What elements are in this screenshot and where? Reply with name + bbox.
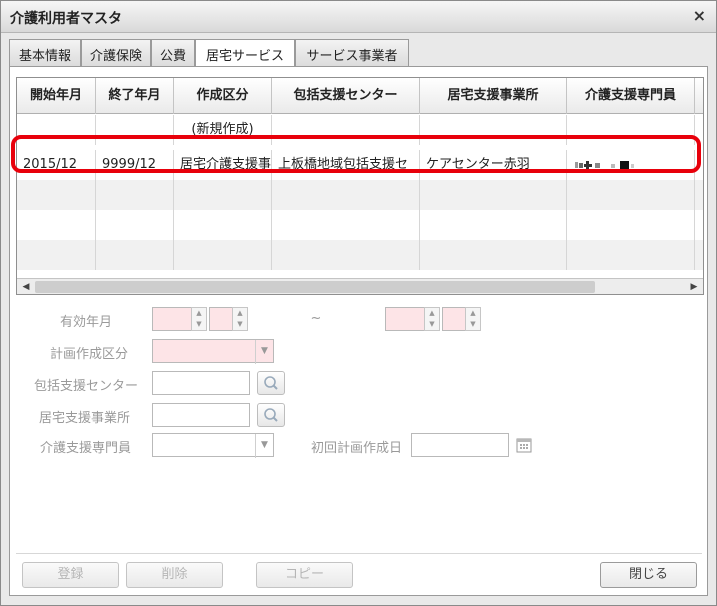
end-month-field[interactable] — [442, 307, 466, 331]
table-cell — [420, 210, 567, 240]
start-year-spinner[interactable]: ▲ ▼ — [191, 307, 207, 331]
divider — [16, 553, 702, 554]
search-icon — [264, 408, 278, 422]
tab-care-insurance[interactable]: 介護保険 — [81, 39, 151, 66]
table-cell — [567, 240, 695, 270]
table-cell — [17, 240, 96, 270]
tab-public-expense[interactable]: 公費 — [151, 39, 195, 66]
col-center[interactable]: 包括支援センター — [272, 78, 420, 114]
table-row-empty — [17, 210, 703, 240]
valid-period-label: 有効年月 — [59, 315, 112, 330]
office-label: 居宅支援事業所 — [38, 411, 130, 426]
calendar-icon[interactable] — [515, 436, 533, 454]
tab-panel: 開始年月 終了年月 作成区分 包括支援センター 居宅支援事業所 介護支援専門員 … — [9, 66, 708, 596]
scroll-left-icon[interactable]: ◀ — [18, 280, 34, 294]
table-cell — [174, 240, 272, 270]
cell-kind: 居宅介護支援事 — [174, 150, 272, 180]
grid-header: 開始年月 終了年月 作成区分 包括支援センター 居宅支援事業所 介護支援専門員 — [17, 78, 703, 114]
table-cell — [272, 210, 420, 240]
new-row-label: (新規作成) — [174, 115, 272, 145]
table-cell — [96, 180, 174, 210]
manager-select[interactable]: ▼ — [152, 433, 274, 458]
col-end[interactable]: 終了年月 — [96, 78, 174, 114]
table-row-new[interactable]: (新規作成) — [17, 115, 703, 145]
table-cell — [17, 180, 96, 210]
table-cell — [96, 210, 174, 240]
plan-kind-label: 計画作成区分 — [49, 347, 128, 362]
range-separator: ~ — [310, 311, 322, 326]
end-month-spinner[interactable]: ▲ ▼ — [465, 307, 481, 331]
table-cell — [272, 115, 420, 145]
manager-label: 介護支援専門員 — [39, 441, 131, 456]
start-month-spinner[interactable]: ▲ ▼ — [232, 307, 248, 331]
tab-home-service[interactable]: 居宅サービス — [195, 39, 295, 67]
col-manager[interactable]: 介護支援専門員 — [567, 78, 695, 114]
scroll-right-icon[interactable]: ▶ — [686, 280, 702, 294]
copy-button[interactable]: コピー — [256, 562, 353, 588]
col-office[interactable]: 居宅支援事業所 — [420, 78, 567, 114]
tab-basic-info[interactable]: 基本情報 — [9, 39, 81, 66]
table-cell — [174, 210, 272, 240]
window-title: 介護利用者マスタ — [10, 11, 122, 27]
first-plan-date-field[interactable] — [411, 433, 509, 457]
table-cell — [272, 180, 420, 210]
cell-center: 上板橋地域包括支援セ — [272, 150, 420, 180]
table-cell — [567, 115, 695, 145]
first-plan-date-label: 初回計画作成日 — [310, 441, 402, 456]
center-label: 包括支援センター — [33, 379, 138, 394]
delete-button[interactable]: 削除 — [126, 562, 223, 588]
title-bar: 介護利用者マスタ × — [1, 1, 716, 33]
office-search-button[interactable] — [257, 403, 285, 427]
table-row-empty — [17, 180, 703, 210]
table-row-empty — [17, 240, 703, 270]
center-field[interactable] — [152, 371, 250, 395]
table-cell — [96, 115, 174, 145]
end-year-spinner[interactable]: ▲ ▼ — [424, 307, 440, 331]
cell-end: 9999/12 — [96, 150, 174, 180]
cell-office: ケアセンター赤羽 — [420, 150, 567, 180]
close-icon[interactable]: × — [693, 6, 706, 25]
cell-start: 2015/12 — [17, 150, 96, 180]
table-cell — [420, 240, 567, 270]
col-kind[interactable]: 作成区分 — [174, 78, 272, 114]
horizontal-scrollbar[interactable]: ◀ ▶ — [17, 278, 703, 294]
table-cell — [567, 210, 695, 240]
redacted-name-graphic — [575, 160, 634, 171]
plan-kind-select[interactable]: ▼ — [152, 339, 274, 364]
cell-manager-masked — [567, 150, 695, 180]
service-grid: 開始年月 終了年月 作成区分 包括支援センター 居宅支援事業所 介護支援専門員 … — [16, 77, 704, 295]
register-button[interactable]: 登録 — [22, 562, 119, 588]
start-year-field[interactable] — [152, 307, 192, 331]
table-cell — [17, 115, 96, 145]
scrollbar-thumb[interactable] — [35, 281, 595, 293]
office-field[interactable] — [152, 403, 250, 427]
table-cell — [96, 240, 174, 270]
tab-service-provider[interactable]: サービス事業者 — [295, 39, 409, 66]
table-cell — [174, 180, 272, 210]
end-year-field[interactable] — [385, 307, 425, 331]
search-icon — [264, 376, 278, 390]
table-cell — [567, 180, 695, 210]
start-month-field[interactable] — [209, 307, 233, 331]
chevron-down-icon[interactable]: ▼ — [255, 434, 273, 458]
table-row[interactable]: 2015/12 9999/12 居宅介護支援事 上板橋地域包括支援セ ケアセンタ… — [17, 150, 703, 180]
table-cell — [420, 180, 567, 210]
table-cell — [272, 240, 420, 270]
table-cell — [17, 210, 96, 240]
col-start[interactable]: 開始年月 — [17, 78, 96, 114]
close-button[interactable]: 閉じる — [600, 562, 697, 588]
dialog-window: 介護利用者マスタ × 基本情報 介護保険 公費 居宅サービス サービス事業者 開… — [0, 0, 717, 606]
center-search-button[interactable] — [257, 371, 285, 395]
chevron-down-icon[interactable]: ▼ — [255, 340, 273, 364]
table-cell — [420, 115, 567, 145]
